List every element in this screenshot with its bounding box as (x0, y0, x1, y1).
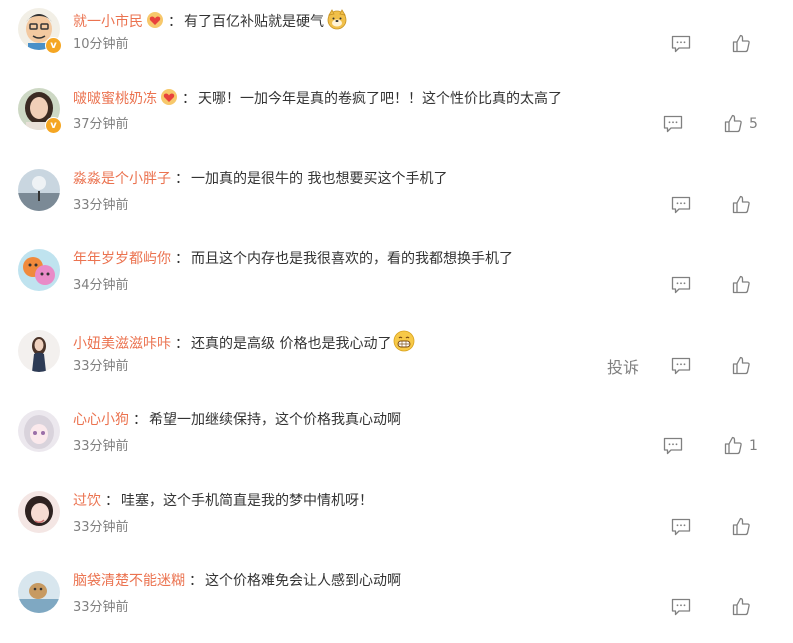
like-button[interactable]: 5 (724, 114, 758, 134)
colon-separator: ： (168, 14, 182, 30)
thumbs-up-icon (732, 517, 750, 536)
verified-badge-icon: v (45, 37, 62, 54)
reply-comment-icon[interactable] (671, 357, 691, 375)
colon-separator: ： (105, 493, 119, 509)
reply-comment-icon[interactable] (663, 437, 683, 455)
comment-text: 天哪！一加今年是真的卷疯了吧！！这个性价比真的太高了 (198, 91, 562, 107)
reply-comment-icon[interactable] (671, 35, 691, 53)
comment-item: 心心小狗：希望一加继续保持，这个价格我真心动啊 33分钟前 1 (0, 402, 793, 482)
comment-text: 有了百亿补贴就是硬气 (184, 14, 324, 30)
avatar[interactable] (18, 571, 60, 613)
comment-item: 淼淼是个小胖子：一加真的是很牛的 我也想要买这个手机了 33分钟前 (0, 161, 793, 241)
comment-username[interactable]: 淼淼是个小胖子 (73, 171, 171, 187)
colon-separator: ： (189, 573, 203, 589)
comment-item: 年年岁岁都屿你：而且这个内存也是我很喜欢的，看的我都想换手机了 34分钟前 (0, 241, 793, 321)
comment-time: 33分钟前 (73, 198, 129, 213)
colon-separator: ： (175, 171, 189, 187)
reply-comment-icon[interactable] (671, 276, 691, 294)
reply-comment-icon[interactable] (663, 115, 683, 133)
comment-username[interactable]: 啵啵蜜桃奶冻 (73, 91, 157, 107)
like-button[interactable] (732, 517, 757, 537)
comment-time: 33分钟前 (73, 600, 129, 615)
comment-username[interactable]: 就一小市民 (73, 14, 143, 30)
report-button[interactable]: 投诉 (607, 357, 639, 379)
comment-text: 希望一加继续保持，这个价格我真心动啊 (149, 412, 401, 428)
colon-separator: ： (182, 91, 196, 107)
thumbs-up-icon (724, 436, 742, 455)
comment-username[interactable]: 过饮 (73, 493, 101, 509)
comment-text: 一加真的是很牛的 我也想要买这个手机了 (191, 171, 448, 187)
avatar[interactable] (18, 169, 60, 211)
comment-text: 这个价格难免会让人感到心动啊 (205, 573, 401, 589)
comment-username[interactable]: 心心小狗 (73, 412, 129, 428)
comment-item: 过饮：哇塞，这个手机简直是我的梦中情机呀！ 33分钟前 (0, 483, 793, 563)
comment-text: 还真的是高级 价格也是我心动了 (191, 336, 392, 352)
grin-emoji-icon (393, 330, 415, 358)
comment-time: 33分钟前 (73, 359, 129, 374)
comment-username[interactable]: 年年岁岁都屿你 (73, 251, 171, 267)
verified-badge-icon: v (45, 117, 62, 134)
comment-item: 脑袋清楚不能迷糊：这个价格难免会让人感到心动啊 33分钟前 (0, 563, 793, 643)
vip-heart-icon (160, 88, 178, 112)
thumbs-up-icon (724, 114, 742, 133)
avatar[interactable] (18, 491, 60, 533)
comment-username[interactable]: 小妞美滋滋咔咔 (73, 336, 171, 352)
like-button[interactable]: 1 (724, 436, 758, 456)
like-count: 5 (749, 116, 758, 132)
thumbs-up-icon (732, 275, 750, 294)
comment-time: 33分钟前 (73, 520, 129, 535)
like-button[interactable] (732, 195, 757, 215)
comment-username[interactable]: 脑袋清楚不能迷糊 (73, 573, 185, 589)
comment-item: 小妞美滋滋咔咔：还真的是高级 价格也是我心动了 33分钟前 投诉 (0, 322, 793, 402)
comment-time: 34分钟前 (73, 278, 129, 293)
like-count: 1 (749, 438, 758, 454)
thumbs-up-icon (732, 597, 750, 616)
comment-text: 而且这个内存也是我很喜欢的，看的我都想换手机了 (191, 251, 513, 267)
avatar[interactable] (18, 410, 60, 452)
doge-emoji-icon (326, 8, 348, 36)
avatar[interactable] (18, 330, 60, 372)
reply-comment-icon[interactable] (671, 598, 691, 616)
comment-text: 哇塞，这个手机简直是我的梦中情机呀！ (121, 493, 373, 509)
comment-item: v 啵啵蜜桃奶冻 ：天哪！一加今年是真的卷疯了吧！！这个性价比真的太高了 37分钟… (0, 80, 793, 160)
reply-comment-icon[interactable] (671, 196, 691, 214)
thumbs-up-icon (732, 34, 750, 53)
comment-time: 33分钟前 (73, 439, 129, 454)
comment-time: 37分钟前 (73, 117, 129, 132)
reply-comment-icon[interactable] (671, 518, 691, 536)
comment-item: v 就一小市民 ：有了百亿补贴就是硬气 10分钟前 (0, 0, 793, 80)
avatar[interactable] (18, 249, 60, 291)
colon-separator: ： (175, 251, 189, 267)
colon-separator: ： (175, 336, 189, 352)
like-button[interactable] (732, 275, 757, 295)
vip-heart-icon (146, 11, 164, 35)
like-button[interactable] (732, 356, 757, 376)
like-button[interactable] (732, 34, 757, 54)
comment-time: 10分钟前 (73, 37, 129, 52)
colon-separator: ： (133, 412, 147, 428)
thumbs-up-icon (732, 195, 750, 214)
like-button[interactable] (732, 597, 757, 617)
thumbs-up-icon (732, 356, 750, 375)
